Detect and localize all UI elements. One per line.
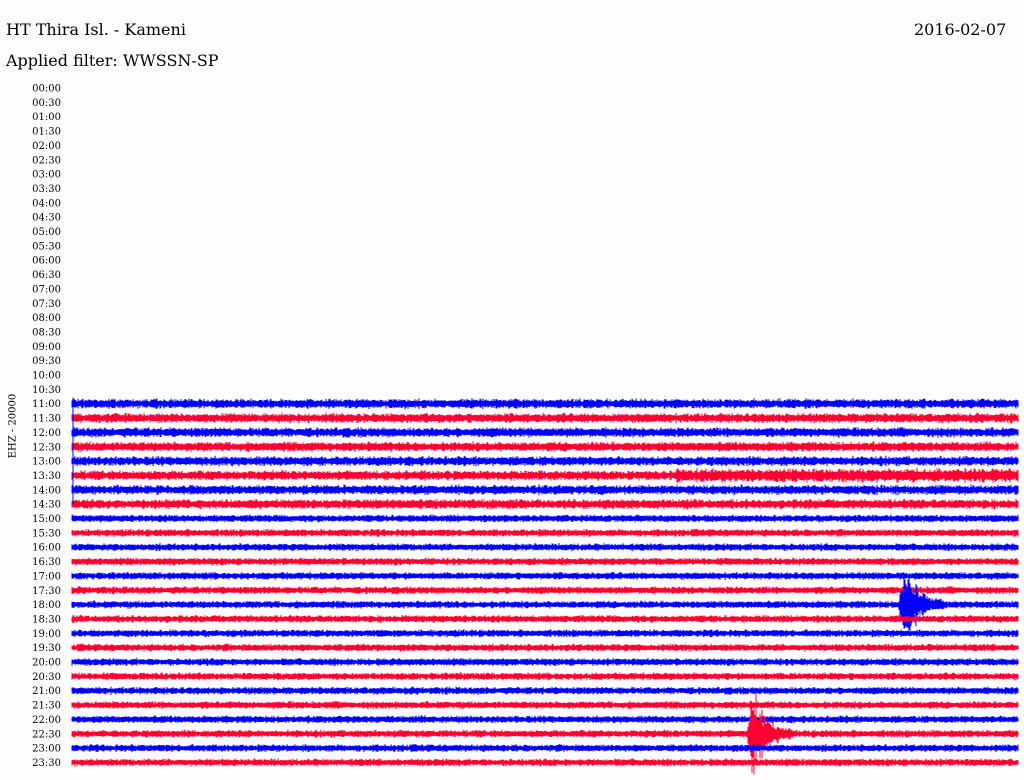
time-tick-label: 20:30	[32, 672, 61, 683]
time-tick-label: 14:00	[32, 485, 61, 496]
time-tick-label: 11:30	[32, 414, 61, 425]
trace-line	[71, 672, 1019, 681]
time-tick-label: 03:30	[32, 184, 61, 195]
time-tick-label: 18:00	[32, 600, 61, 611]
trace-line	[71, 514, 1019, 523]
time-tick-label: 13:30	[32, 471, 61, 482]
time-tick-label: 07:00	[32, 284, 61, 295]
time-tick-label: 10:30	[32, 385, 61, 396]
trace-line	[71, 467, 1019, 483]
trace-line	[71, 758, 1019, 767]
time-tick-label: 09:30	[32, 356, 61, 367]
trace-line	[71, 412, 1019, 424]
time-tick-label: 05:30	[32, 241, 61, 252]
time-tick-label: 00:00	[32, 84, 61, 95]
trace-line	[71, 484, 1019, 496]
time-tick-label: 06:30	[32, 270, 61, 281]
time-tick-label: 09:00	[32, 342, 61, 353]
time-tick-label: 16:30	[32, 557, 61, 568]
time-tick-label: 22:30	[32, 729, 61, 740]
trace-line	[71, 498, 1019, 510]
time-tick-label: 20:00	[32, 658, 61, 669]
time-tick-label: 08:00	[32, 313, 61, 324]
trace-line	[71, 543, 1019, 552]
time-tick-label: 04:30	[32, 213, 61, 224]
trace-line	[71, 571, 1019, 581]
time-tick-label: 12:30	[32, 442, 61, 453]
time-tick-label: 21:30	[32, 701, 61, 712]
trace-line	[71, 441, 1019, 453]
time-tick-label: 21:00	[32, 686, 61, 697]
trace-line	[71, 643, 1019, 652]
time-tick-label: 23:00	[32, 744, 61, 755]
time-tick-label: 22:00	[32, 715, 61, 726]
trace-line	[71, 586, 1019, 595]
helicorder-plot: 00:00 00:30 01:00 01:30 02:00 02:30 03:00 03:30…	[32, 84, 1019, 775]
time-tick-label: 12:00	[32, 428, 61, 439]
time-tick-label: 17:00	[32, 571, 61, 582]
time-tick-label: 18:30	[32, 614, 61, 625]
trace-line	[71, 427, 1019, 438]
time-tick-label: 03:00	[32, 170, 61, 181]
time-tick-label: 15:30	[32, 528, 61, 539]
time-tick-label: 16:00	[32, 543, 61, 554]
trace-line	[71, 398, 1019, 410]
time-tick-label: 07:30	[32, 299, 61, 310]
trace-line	[71, 657, 1019, 667]
trace-line	[71, 528, 1019, 537]
time-tick-label: 08:30	[32, 327, 61, 338]
trace-line	[71, 577, 1019, 636]
trace-line	[71, 455, 1019, 467]
time-tick-label: 17:30	[32, 586, 61, 597]
time-tick-label: 19:00	[32, 629, 61, 640]
time-axis: 00:00 00:30 01:00 01:30 02:00 02:30 03:00 03:30…	[32, 84, 61, 769]
trace-line	[71, 686, 1019, 695]
trace-line	[71, 743, 1019, 753]
trace-line	[71, 557, 1019, 566]
trace-line	[71, 629, 1019, 638]
time-tick-label: 11:00	[32, 399, 61, 410]
time-tick-label: 06:00	[32, 256, 61, 267]
time-tick-label: 01:30	[32, 127, 61, 138]
trace-line	[71, 700, 1019, 710]
time-tick-label: 01:00	[32, 112, 61, 123]
trace-line	[71, 715, 1019, 724]
time-tick-label: 02:30	[32, 155, 61, 166]
time-tick-label: 00:30	[32, 98, 61, 109]
time-tick-label: 23:30	[32, 758, 61, 769]
time-tick-label: 02:00	[32, 141, 61, 152]
time-tick-label: 15:00	[32, 514, 61, 525]
time-tick-label: 14:30	[32, 500, 61, 511]
time-tick-label: 13:00	[32, 457, 61, 468]
seismic-traces	[71, 397, 1019, 775]
time-tick-label: 10:00	[32, 371, 61, 382]
time-tick-label: 05:00	[32, 227, 61, 238]
trace-line	[71, 614, 1019, 624]
time-tick-label: 04:00	[32, 198, 61, 209]
time-tick-label: 19:30	[32, 643, 61, 654]
